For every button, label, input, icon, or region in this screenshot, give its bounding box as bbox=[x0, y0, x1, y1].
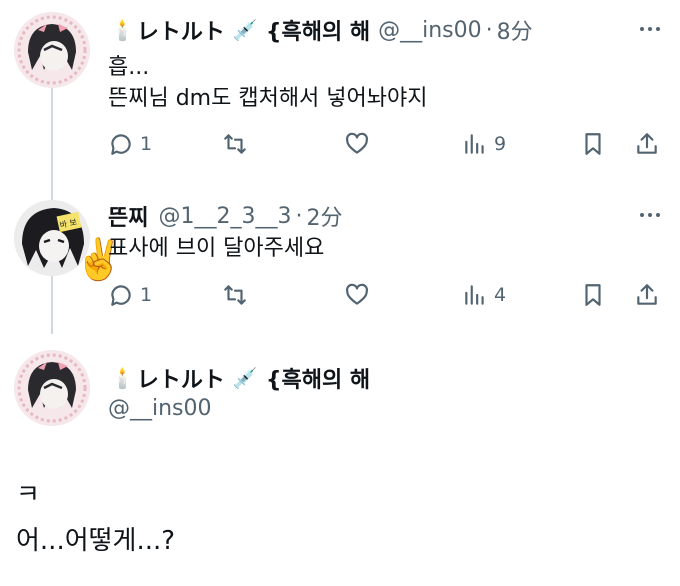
bookmark-icon bbox=[585, 133, 601, 155]
thread-line bbox=[51, 88, 53, 206]
retweet-icon bbox=[224, 134, 246, 154]
handle[interactable]: @__ins00 bbox=[108, 396, 212, 421]
reply-button[interactable]: 1 bbox=[108, 279, 152, 311]
like-button[interactable] bbox=[344, 279, 370, 311]
reply-count: 1 bbox=[140, 284, 153, 306]
syringe-icon: 💉 bbox=[232, 18, 258, 42]
candle-icon: 🕯️ bbox=[110, 366, 135, 390]
separator: · bbox=[485, 17, 493, 43]
share-button[interactable] bbox=[634, 279, 660, 311]
tweet-text-line: 표사에 브이 달아주세요 bbox=[108, 236, 325, 261]
retweet-button[interactable] bbox=[222, 128, 248, 160]
share-icon bbox=[637, 133, 657, 154]
action-bar: 1 9 bbox=[108, 128, 664, 160]
tweet-text: 흡... 뜬찌님 dm도 캡처해서 넣어놔야지 bbox=[108, 52, 428, 114]
action-bar: 1 4 bbox=[108, 279, 664, 311]
analytics-icon bbox=[465, 285, 484, 305]
bookmark-icon bbox=[585, 284, 601, 306]
reply-icon bbox=[111, 134, 131, 155]
thread-line bbox=[51, 274, 53, 334]
separator: · bbox=[295, 203, 303, 229]
tweet-text-line: 흡... bbox=[108, 55, 150, 80]
display-name[interactable]: レトルト bbox=[137, 362, 225, 394]
display-name[interactable]: 뜬찌 bbox=[108, 200, 148, 232]
tweet-header: 🕯️ レトルト 💉 {흑해의 해 @__ins00 · 8分 bbox=[108, 14, 533, 46]
display-name[interactable]: レトルト bbox=[137, 14, 225, 46]
more-icon[interactable] bbox=[640, 27, 660, 31]
tweet-text: 표사에 브이 달아주세요 bbox=[108, 233, 324, 264]
tweet-text-line: 뜬찌님 dm도 캡처해서 넣어놔야지 bbox=[108, 86, 428, 111]
bookmark-button[interactable] bbox=[580, 128, 606, 160]
handle[interactable]: @1__2_3__3 bbox=[158, 204, 291, 229]
focus-header: 🕯️ レトルト 💉 {흑해의 해 bbox=[108, 362, 370, 394]
reply-button[interactable]: 1 bbox=[108, 128, 152, 160]
tweet-header: 뜬찌 @1__2_3__3 · 2分 bbox=[108, 200, 342, 232]
views-count: 4 bbox=[494, 284, 507, 306]
heart-icon bbox=[346, 283, 368, 305]
timestamp[interactable]: 8分 bbox=[497, 14, 533, 46]
reply-count: 1 bbox=[140, 133, 153, 155]
avatar[interactable] bbox=[14, 350, 90, 426]
focus-text-line: ㅋ bbox=[16, 480, 40, 510]
share-icon bbox=[637, 284, 657, 305]
like-button[interactable] bbox=[344, 128, 370, 160]
handle[interactable]: @__ins00 bbox=[378, 18, 482, 43]
share-button[interactable] bbox=[634, 128, 660, 160]
focus-handle-line: @__ins00 bbox=[108, 396, 212, 421]
more-icon[interactable] bbox=[640, 213, 660, 217]
display-name-suffix[interactable]: {흑해의 해 bbox=[266, 362, 370, 394]
views-button[interactable]: 4 bbox=[462, 279, 506, 311]
heart-icon bbox=[346, 132, 368, 154]
candle-icon: 🕯️ bbox=[110, 18, 135, 42]
focus-text-line: 어...어떻게...? bbox=[16, 526, 176, 556]
bookmark-button[interactable] bbox=[580, 279, 606, 311]
avatar[interactable] bbox=[14, 12, 90, 88]
retweet-button[interactable] bbox=[222, 279, 248, 311]
reply-icon bbox=[111, 285, 131, 306]
timestamp[interactable]: 2分 bbox=[306, 200, 342, 232]
analytics-icon bbox=[465, 134, 484, 154]
syringe-icon: 💉 bbox=[232, 366, 258, 390]
retweet-icon bbox=[224, 285, 246, 305]
views-button[interactable]: 9 bbox=[462, 128, 506, 160]
views-count: 9 bbox=[494, 133, 507, 155]
display-name-suffix[interactable]: {흑해의 해 bbox=[266, 14, 370, 46]
